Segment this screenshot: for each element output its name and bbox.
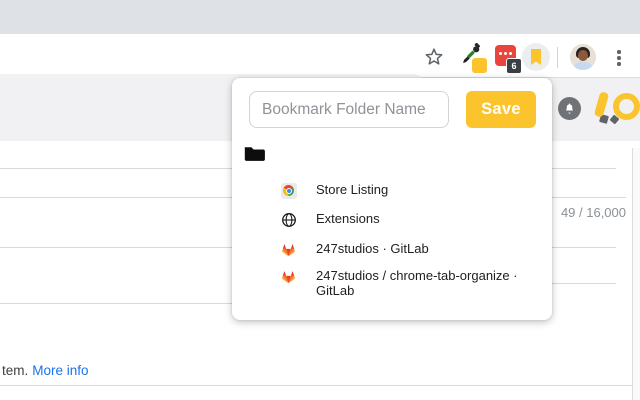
bookmark-row-store-listing[interactable]: Store Listing bbox=[280, 182, 541, 199]
bookmark-title: Store Listing bbox=[316, 182, 389, 197]
bookmark-extension-icon[interactable] bbox=[522, 43, 550, 71]
tab-strip bbox=[0, 0, 640, 34]
profile-avatar[interactable] bbox=[570, 44, 596, 70]
avatar-face bbox=[578, 50, 588, 61]
bookmark-row-gitlab-247studios[interactable]: 247studios · GitLab bbox=[280, 241, 541, 258]
page-divider bbox=[552, 283, 616, 284]
bookmark-title: 247studios · GitLab bbox=[316, 241, 429, 256]
page-divider bbox=[552, 247, 616, 248]
folder-icon[interactable] bbox=[244, 146, 265, 162]
star-icon[interactable] bbox=[423, 46, 445, 68]
browser-window: 6 49 / 16,000 tem. More info Bookmark Fo… bbox=[0, 0, 640, 400]
toolbar-separator bbox=[557, 47, 558, 68]
bookmark-row-extensions[interactable]: Extensions bbox=[280, 211, 541, 228]
notification-bell-icon[interactable] bbox=[558, 97, 581, 120]
bookmark-glyph-icon bbox=[531, 49, 541, 65]
avatar-shirt bbox=[573, 62, 593, 70]
site-logo-magnifier-icon[interactable] bbox=[613, 93, 640, 120]
page-divider bbox=[0, 168, 232, 169]
page-divider bbox=[0, 247, 232, 248]
page-footer-text: tem. More info bbox=[2, 363, 89, 378]
more-info-link[interactable]: More info bbox=[32, 363, 88, 378]
footer-text-fragment: tem. bbox=[2, 363, 29, 378]
picked-color-swatch bbox=[472, 58, 487, 73]
gitlab-icon bbox=[280, 241, 297, 258]
bookmark-title: 247studios / chrome-tab-organize · GitLa… bbox=[316, 268, 518, 298]
bookmark-title: Extensions bbox=[316, 211, 380, 226]
extension-badge: 6 bbox=[506, 58, 522, 74]
globe-icon bbox=[280, 211, 297, 228]
gitlab-icon bbox=[280, 268, 297, 285]
chrome-store-icon bbox=[280, 182, 297, 199]
save-button[interactable]: Save bbox=[466, 91, 536, 128]
page-divider bbox=[552, 197, 626, 198]
page-divider bbox=[552, 168, 616, 169]
folder-name-input[interactable] bbox=[249, 91, 449, 128]
page-divider bbox=[0, 197, 232, 198]
page-divider bbox=[0, 303, 232, 304]
scroll-gutter bbox=[633, 148, 640, 400]
bookmark-extension-popup: Save Store Listing Extensions bbox=[232, 78, 552, 320]
bookmark-row-gitlab-chrome-tab-organize[interactable]: 247studios / chrome-tab-organize · GitLa… bbox=[280, 268, 541, 298]
browser-menu-icon[interactable] bbox=[614, 47, 624, 69]
page-divider bbox=[0, 385, 632, 386]
